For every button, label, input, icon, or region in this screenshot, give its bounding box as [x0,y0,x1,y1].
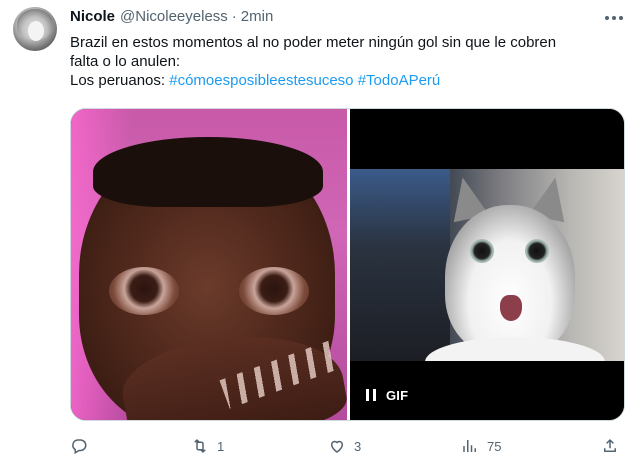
gif-cat [425,173,605,361]
pause-bar [373,389,376,401]
more-dot [619,16,623,20]
retweet-icon [194,439,206,453]
gif-scene [350,169,624,361]
image-hair [93,137,323,207]
cat-eye-left [470,239,494,263]
reply-icon [72,439,87,455]
avatar-face [28,21,44,41]
media-image-crying-man[interactable] [71,109,347,420]
views-icon [463,440,476,452]
cat-body [425,337,605,361]
gif-background-shelf [350,169,450,361]
tweet-text-line: Los peruanos: #cómoesposibleestesuceso #… [70,71,615,90]
cat-mouth [500,295,522,321]
cat-face [445,205,575,355]
tweet-timestamp[interactable]: 2min [241,8,274,25]
image-eye-left [109,267,179,315]
retweet-button[interactable]: 1 [191,436,224,456]
like-icon [330,440,344,453]
share-icon [604,439,616,452]
views-count: 75 [487,438,502,454]
avatar[interactable] [13,7,57,51]
share-button[interactable] [601,436,619,456]
like-count: 3 [354,438,362,454]
action-bar: 1 3 75 [70,436,625,456]
media-grid: GIF [70,108,625,421]
tweet-text: Brazil en estos momentos al no poder met… [70,33,615,90]
author-handle[interactable]: @Nicoleeyeless [120,8,228,25]
tweet-text-line: Brazil en estos momentos al no poder met… [70,34,557,51]
media-gif-surprised-cat[interactable]: GIF [350,109,624,420]
tweet-header: Nicole @Nicoleeyeless · 2min [70,8,273,28]
hashtag-link[interactable]: #TodoAPerú [358,72,441,89]
tweet-text-prefix: Los peruanos: [70,72,170,89]
gif-pause-button[interactable]: GIF [366,383,408,407]
views-button[interactable]: 75 [461,436,501,456]
more-dot [612,16,616,20]
author-name[interactable]: Nicole [70,8,115,25]
hashtag-link[interactable]: #cómoesposibleestesuceso [169,72,353,89]
more-icon[interactable] [603,10,625,26]
retweet-count: 1 [217,438,225,454]
tweet[interactable]: Nicole @Nicoleeyeless · 2min Brazil en e… [0,0,640,466]
pause-bar [366,389,369,401]
header-separator: · [231,8,237,25]
image-eye-right [239,267,309,315]
more-dot [605,16,609,20]
tweet-text-line: falta o lo anulen: [70,53,181,70]
gif-label: GIF [386,387,409,403]
cat-eye-right [525,239,549,263]
pause-icon [366,389,376,401]
like-button[interactable]: 3 [328,436,361,456]
reply-button[interactable] [70,436,96,456]
